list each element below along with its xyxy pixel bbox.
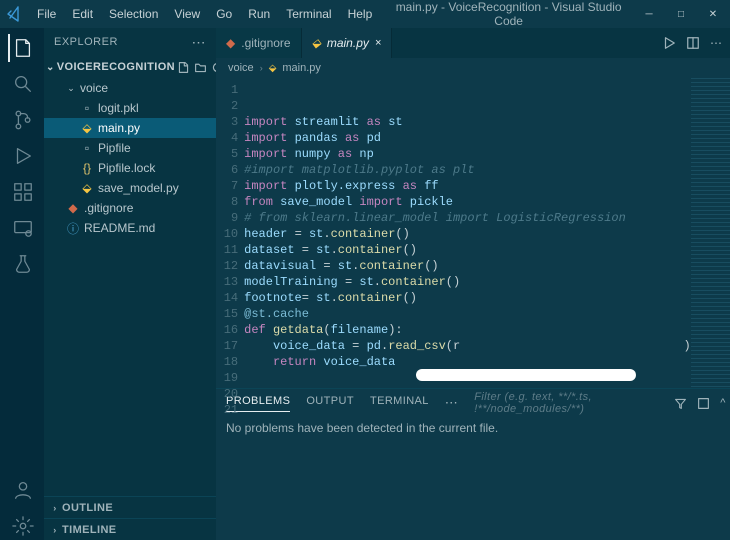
editor-tabs: ◆ .gitignore ⬙ main.py × ⋯ <box>216 28 730 58</box>
file-gitignore[interactable]: ◆ .gitignore <box>44 198 216 218</box>
explorer-section-header[interactable]: ⌄ VOICERECOGNITION <box>44 56 216 78</box>
outline-section[interactable]: › OUTLINE <box>44 496 216 518</box>
chevron-down-icon: ⌄ <box>66 83 76 94</box>
timeline-section[interactable]: › TIMELINE <box>44 518 216 540</box>
workspace-name: VOICERECOGNITION <box>57 61 175 73</box>
menu-terminal[interactable]: Terminal <box>279 4 338 24</box>
braces-icon: {} <box>80 161 94 175</box>
file-label: save_model.py <box>98 181 179 195</box>
file-main-py[interactable]: ⬙ main.py <box>44 118 216 138</box>
editor-group: ◆ .gitignore ⬙ main.py × ⋯ voice › ⬙ mai… <box>216 28 730 540</box>
bottom-panel: PROBLEMS OUTPUT TERMINAL ⋯ Filter (e.g. … <box>216 388 730 540</box>
text-editor[interactable]: 123456789101112131415161718192021 import… <box>216 78 730 388</box>
menu-file[interactable]: File <box>30 4 63 24</box>
new-file-icon[interactable] <box>177 61 190 74</box>
workbench: EXPLORER ⋯ ⌄ VOICERECOGNITION ⌄ voice ▫ … <box>0 28 730 540</box>
activity-settings-icon[interactable] <box>8 512 36 540</box>
breadcrumb-segment[interactable]: voice <box>228 62 254 74</box>
breadcrumb-segment[interactable]: main.py <box>282 62 321 74</box>
folder-label: voice <box>80 81 108 95</box>
window-minimize-button[interactable]: ─ <box>638 9 660 20</box>
tab-close-icon[interactable]: × <box>375 37 381 49</box>
activity-bar <box>0 28 44 540</box>
menu-view[interactable]: View <box>167 4 207 24</box>
editor-more-icon[interactable]: ⋯ <box>710 36 722 50</box>
file-save-model-py[interactable]: ⬙ save_model.py <box>44 178 216 198</box>
activity-search-icon[interactable] <box>8 70 36 98</box>
python-icon: ⬙ <box>312 36 321 50</box>
menu-selection[interactable]: Selection <box>102 4 165 24</box>
menu-bar: File Edit Selection View Go Run Terminal… <box>30 4 379 24</box>
window-title: main.py - VoiceRecognition - Visual Stud… <box>383 0 634 28</box>
line-number-gutter: 123456789101112131415161718192021 <box>216 78 244 388</box>
run-icon[interactable] <box>662 36 676 50</box>
chevron-right-icon: › <box>260 63 263 73</box>
explorer-title: EXPLORER <box>54 36 118 48</box>
activity-run-debug-icon[interactable] <box>8 142 36 170</box>
python-icon: ⬙ <box>80 121 94 135</box>
chevron-down-icon: ⌄ <box>46 62 55 73</box>
file-pipfile-lock[interactable]: {} Pipfile.lock <box>44 158 216 178</box>
explorer-sidebar: EXPLORER ⋯ ⌄ VOICERECOGNITION ⌄ voice ▫ … <box>44 28 216 540</box>
panel-maximize-icon[interactable]: ^ <box>720 397 726 409</box>
minimap[interactable] <box>691 78 730 388</box>
window-controls: ─ □ ✕ <box>638 9 724 20</box>
info-icon: ⓘ <box>66 221 80 235</box>
panel-clear-icon[interactable] <box>697 397 710 410</box>
title-bar: File Edit Selection View Go Run Terminal… <box>0 0 730 28</box>
python-icon: ⬙ <box>269 63 277 74</box>
file-label: Pipfile <box>98 141 131 155</box>
file-icon: ▫ <box>80 141 94 155</box>
window-maximize-button[interactable]: □ <box>670 9 692 20</box>
file-label: Pipfile.lock <box>98 161 155 175</box>
menu-help[interactable]: Help <box>341 4 380 24</box>
activity-accounts-icon[interactable] <box>8 476 36 504</box>
git-icon: ◆ <box>226 36 235 50</box>
problems-empty-message: No problems have been detected in the cu… <box>226 421 498 435</box>
file-readme[interactable]: ⓘ README.md <box>44 218 216 238</box>
explorer-header: EXPLORER ⋯ <box>44 28 216 56</box>
menu-run[interactable]: Run <box>241 4 277 24</box>
breadcrumb[interactable]: voice › ⬙ main.py <box>216 58 730 78</box>
tab-gitignore[interactable]: ◆ .gitignore <box>216 28 302 58</box>
outline-label: OUTLINE <box>62 502 113 514</box>
file-icon: ▫ <box>80 101 94 115</box>
python-icon: ⬙ <box>80 181 94 195</box>
file-label: README.md <box>84 221 155 235</box>
folder-voice[interactable]: ⌄ voice <box>44 78 216 98</box>
activity-explorer-icon[interactable] <box>8 34 36 62</box>
menu-edit[interactable]: Edit <box>65 4 100 24</box>
menu-go[interactable]: Go <box>209 4 239 24</box>
vscode-logo-icon <box>6 6 22 22</box>
tab-main-py[interactable]: ⬙ main.py × <box>302 28 393 58</box>
redaction-overlay <box>416 369 636 381</box>
file-logit-pkl[interactable]: ▫ logit.pkl <box>44 98 216 118</box>
git-icon: ◆ <box>66 201 80 215</box>
problems-body: No problems have been detected in the cu… <box>216 417 730 439</box>
chevron-right-icon: › <box>48 503 62 513</box>
file-label: logit.pkl <box>98 101 139 115</box>
new-folder-icon[interactable] <box>194 61 207 74</box>
code-area[interactable]: import streamlit as stimport pandas as p… <box>244 78 691 388</box>
activity-source-control-icon[interactable] <box>8 106 36 134</box>
timeline-label: TIMELINE <box>62 524 117 536</box>
file-label: .gitignore <box>84 201 133 215</box>
split-editor-icon[interactable] <box>686 36 700 50</box>
window-close-button[interactable]: ✕ <box>702 9 724 20</box>
tab-label: .gitignore <box>241 36 290 50</box>
activity-testing-icon[interactable] <box>8 250 36 278</box>
activity-extensions-icon[interactable] <box>8 178 36 206</box>
file-label: main.py <box>98 121 140 135</box>
tab-label: main.py <box>327 36 369 50</box>
activity-remote-icon[interactable] <box>8 214 36 242</box>
file-tree: ⌄ voice ▫ logit.pkl ⬙ main.py ▫ Pipfile … <box>44 78 216 238</box>
explorer-more-icon[interactable]: ⋯ <box>192 34 207 51</box>
chevron-right-icon: › <box>48 525 62 535</box>
file-pipfile[interactable]: ▫ Pipfile <box>44 138 216 158</box>
